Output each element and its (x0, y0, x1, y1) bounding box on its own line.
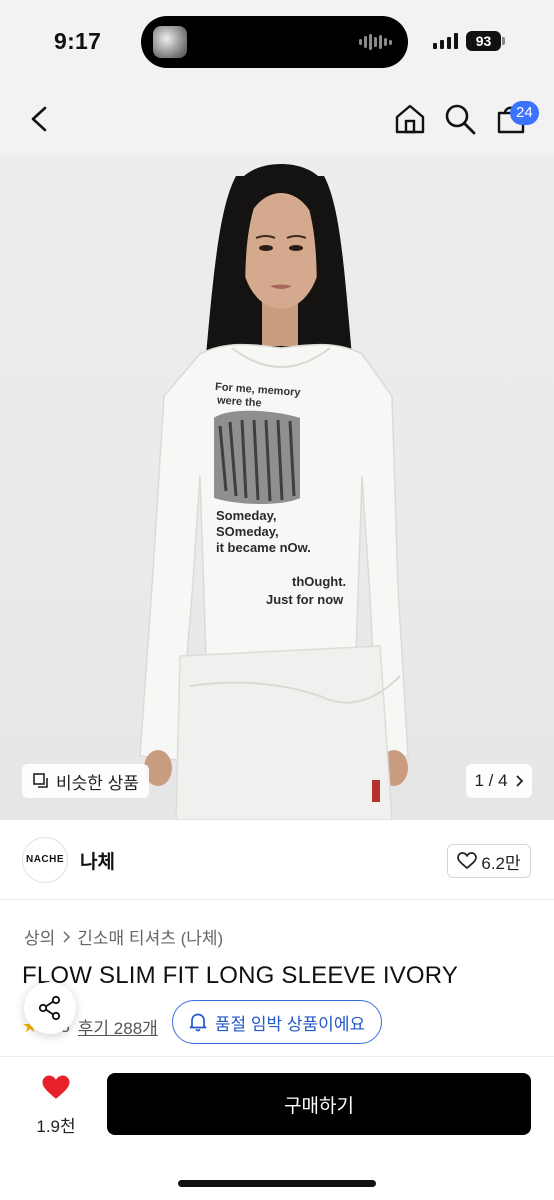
product-title: FLOW SLIM FIT LONG SLEEVE IVORY (22, 962, 459, 989)
shirt-print-line-7: Just for now (266, 592, 344, 607)
image-page-indicator[interactable]: 1 / 4 (466, 764, 532, 798)
bell-icon (189, 1013, 207, 1032)
breadcrumb: 상의 긴소매 티셔츠 (나체) (24, 924, 223, 949)
heart-filled-icon (42, 1075, 70, 1099)
status-bar: 9:17 93 (0, 0, 554, 82)
status-time: 9:17 (54, 28, 102, 54)
shirt-print-line-6: thOught. (292, 574, 347, 589)
similar-products-label: 비슷한 상품 (56, 773, 139, 793)
bottom-bar-divider (0, 1056, 554, 1057)
audio-waveform-icon (359, 33, 392, 51)
cellular-signal-icon (433, 33, 458, 49)
share-button[interactable] (24, 982, 76, 1034)
heart-outline-icon (457, 852, 478, 870)
buy-button[interactable]: 구매하기 (107, 1073, 531, 1135)
back-arrow-icon[interactable] (22, 102, 56, 136)
now-playing-artwork (153, 26, 187, 58)
brand-like-count: 6.2만 (481, 853, 521, 873)
brand-name[interactable]: 나체 (80, 847, 115, 874)
product-image-carousel[interactable]: For me, memory were the Someday, SOmeday… (0, 156, 554, 820)
cart-count-badge: 24 (510, 101, 539, 125)
shirt-print-line-3: Someday, (216, 508, 277, 523)
chevron-right-icon (63, 930, 71, 943)
battery-tip (502, 37, 505, 45)
shirt-print-line-4: SOmeday, (216, 524, 279, 539)
home-icon[interactable] (393, 102, 427, 136)
low-stock-label: 품절 임박 상품이에요 (214, 1014, 366, 1034)
chevron-right-icon (515, 775, 523, 787)
product-photo (139, 164, 409, 820)
top-navigation (0, 82, 554, 156)
breadcrumb-category[interactable]: 상의 (24, 924, 55, 949)
share-icon (38, 995, 61, 1021)
low-stock-notice[interactable]: 품절 임박 상품이에요 (172, 1000, 382, 1044)
wishlist-count: 1.9천 (36, 1117, 76, 1136)
brand-like-button[interactable]: 6.2만 (447, 844, 531, 878)
breadcrumb-subcategory[interactable]: 긴소매 티셔츠 (나체) (77, 924, 223, 949)
reviews-link[interactable]: 후기 288개 (78, 1014, 158, 1039)
similar-products-button[interactable]: 비슷한 상품 (22, 764, 149, 798)
similar-items-icon (33, 773, 48, 788)
page-indicator-text: 1 / 4 (474, 771, 508, 790)
shirt-print-line-5: it became nOw. (216, 540, 311, 555)
brand-logo[interactable]: NACHE (22, 837, 68, 883)
dynamic-island[interactable] (141, 16, 408, 68)
home-indicator[interactable] (178, 1180, 376, 1187)
search-icon[interactable] (443, 102, 477, 136)
wishlist-button[interactable]: 1.9천 (26, 1074, 86, 1137)
brand-row: NACHE 나체 6.2만 (0, 820, 554, 900)
battery-icon: 93 (466, 31, 501, 51)
